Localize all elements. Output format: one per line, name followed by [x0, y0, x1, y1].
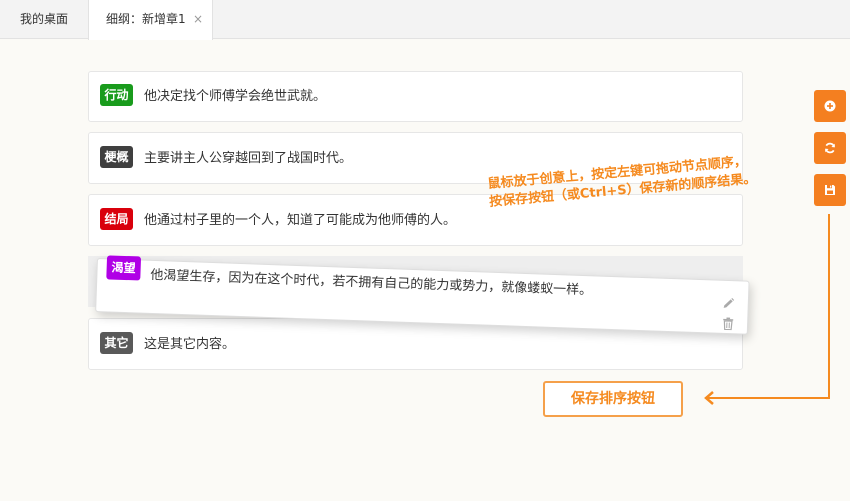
callout-connector [704, 214, 830, 405]
save-sort-callout: 保存排序按钮 [543, 381, 683, 417]
